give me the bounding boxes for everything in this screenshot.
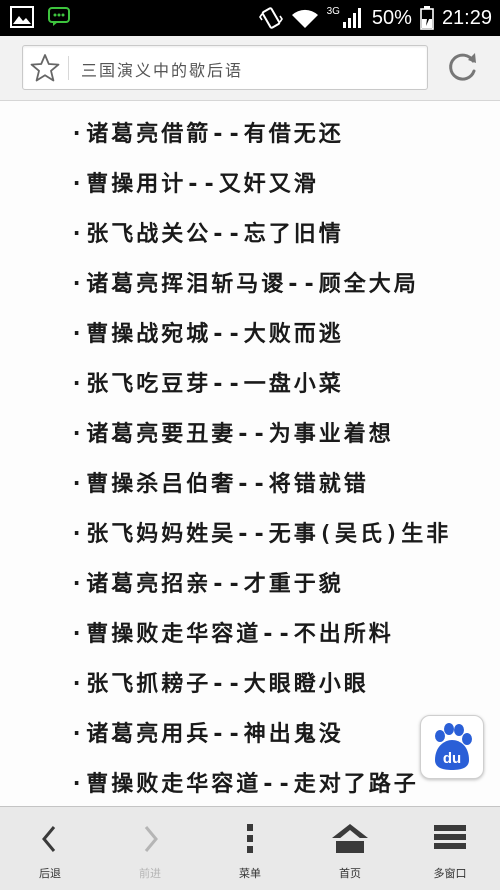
wifi-icon xyxy=(291,9,318,28)
list-item: ·诸葛亮借箭--有借无还 xyxy=(70,122,344,147)
list-item: ·曹操用计--又奸又滑 xyxy=(70,172,319,197)
back-label: 后退 xyxy=(39,867,61,880)
windows-button[interactable]: 多窗口 xyxy=(400,807,500,890)
list-item: ·曹操杀吕伯奢--将错就错 xyxy=(70,472,369,497)
status-bar: 3G 50% 21:29 xyxy=(0,0,500,36)
windows-label: 多窗口 xyxy=(433,867,467,880)
baidu-label: du xyxy=(443,750,461,767)
baidu-float-button[interactable]: du xyxy=(420,715,484,779)
battery-percent: 50% xyxy=(371,6,412,29)
chat-notification-icon xyxy=(48,7,70,26)
list-item: ·诸葛亮要丑妻--为事业着想 xyxy=(70,422,394,447)
chevron-left-icon xyxy=(42,826,56,852)
menu-dots-icon xyxy=(247,824,253,853)
network-type: 3G xyxy=(326,5,340,17)
list-item: ·诸葛亮挥泪斩马谡--顾全大局 xyxy=(70,272,419,297)
refresh-icon[interactable] xyxy=(444,49,480,85)
page-content: ·诸葛亮借箭--有借无还 ·曹操用计--又奸又滑 ·张飞战关公--忘了旧情 ·诸… xyxy=(0,101,500,806)
list-item: ·诸葛亮招亲--才重于貌 xyxy=(70,572,344,597)
back-button[interactable]: 后退 xyxy=(0,807,100,890)
browser-top-bar: 三国演义中的歇后语 xyxy=(0,36,500,101)
signal-icon xyxy=(342,8,361,28)
menu-label: 菜单 xyxy=(239,867,261,880)
home-button[interactable]: 首页 xyxy=(300,807,400,890)
baidu-paw-icon: du xyxy=(435,723,472,770)
home-label: 首页 xyxy=(339,867,361,880)
list-item: ·曹操败走华容道--不出所料 xyxy=(70,622,394,647)
windows-icon xyxy=(434,825,466,849)
browser-toolbar: 后退 前进 菜单 首页 多窗口 xyxy=(0,806,500,890)
list-item: ·张飞战关公--忘了旧情 xyxy=(70,222,344,247)
list-item: ·张飞吃豆芽--一盘小菜 xyxy=(70,372,344,397)
forward-button[interactable]: 前进 xyxy=(100,807,200,890)
clock: 21:29 xyxy=(441,6,492,29)
chevron-right-icon xyxy=(144,826,158,852)
list-item: ·张飞抓耪子--大眼瞪小眼 xyxy=(70,672,369,697)
address-bar[interactable]: 三国演义中的歇后语 xyxy=(22,45,428,90)
address-divider xyxy=(68,56,69,80)
list-item: ·张飞妈妈姓吴--无事(吴氏)生非 xyxy=(70,522,452,547)
list-item: ·诸葛亮用兵--神出鬼没 xyxy=(70,722,344,747)
battery-charging-icon xyxy=(420,6,434,30)
vibrate-icon xyxy=(258,7,283,29)
forward-label: 前进 xyxy=(139,867,161,880)
menu-button[interactable]: 菜单 xyxy=(200,807,300,890)
page-title[interactable]: 三国演义中的歇后语 xyxy=(81,57,243,81)
home-icon xyxy=(332,824,368,853)
star-icon[interactable] xyxy=(30,53,60,83)
list-item: ·曹操败走华容道--走对了路子 xyxy=(70,772,419,797)
list-item: ·曹操战宛城--大败而逃 xyxy=(70,322,344,347)
image-notification-icon xyxy=(10,6,34,28)
